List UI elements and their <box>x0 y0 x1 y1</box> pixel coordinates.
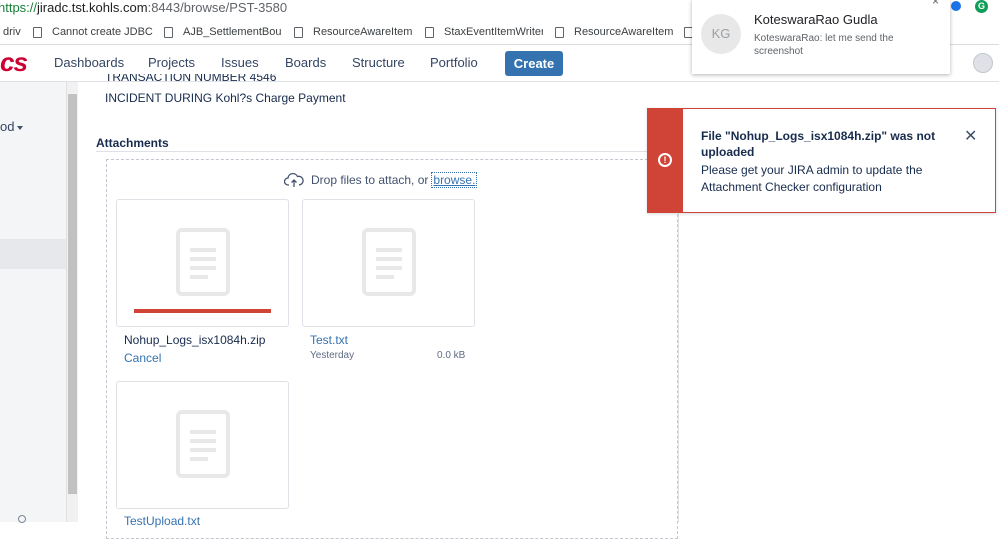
avatar: KG <box>701 14 741 54</box>
browse-link[interactable]: browse. <box>431 172 478 188</box>
description-line: TRANSACTION NUMBER 4546 <box>105 74 277 82</box>
page-icon <box>33 26 42 38</box>
bookmark-item[interactable] <box>684 25 692 39</box>
url-path: :8443/browse/PST-3580 <box>147 0 288 15</box>
attachment-filename-link[interactable]: TestUpload.txt <box>124 514 200 528</box>
close-icon[interactable]: ✕ <box>964 126 977 146</box>
document-icon <box>176 228 230 296</box>
attachment-filename: Nohup_Logs_isx1084h.zip <box>124 333 266 347</box>
attachment-size: 0.0 kB <box>437 350 466 361</box>
bookmark-label: ResourceAwareItemW <box>574 26 673 38</box>
error-flag: ! File "Nohup_Logs_isx1084h.zip" was not… <box>647 108 996 213</box>
bookmark-label: AJB_SettlementBound <box>183 26 282 38</box>
project-sidebar: od <box>0 82 66 522</box>
page-icon <box>164 26 173 38</box>
bookmark-label: StaxEventItemWriter ( <box>444 26 543 38</box>
chat-notification[interactable]: KG KoteswaraRao Gudla KoteswaraRao: let … <box>692 0 950 74</box>
close-icon[interactable]: × <box>932 0 939 8</box>
notification-sender: KoteswaraRao Gudla <box>754 12 878 27</box>
attachment-filename-link[interactable]: Test.txt <box>310 333 348 347</box>
error-title: File "Nohup_Logs_isx1084h.zip" was not u… <box>701 129 936 159</box>
url-scheme: https:// <box>0 0 38 15</box>
cancel-upload-link[interactable]: Cancel <box>124 351 161 365</box>
description-line: INCIDENT DURING Kohl?s Charge Payment <box>105 91 346 105</box>
bookmark-label: ResourceAwareItemW <box>313 26 412 38</box>
sidebar-dropdown-label: od <box>0 119 15 134</box>
page-icon <box>294 26 303 38</box>
page-icon <box>684 26 692 38</box>
attachment-card[interactable] <box>116 381 289 509</box>
attachment-card[interactable] <box>116 199 289 327</box>
bookmark-label: driv <box>3 26 21 38</box>
chevron-down-icon <box>17 125 24 130</box>
attachment-card[interactable] <box>302 199 475 327</box>
drop-text: Drop files to attach, or <box>311 173 429 187</box>
nav-portfolio[interactable]: Portfolio <box>430 55 478 70</box>
bookmark-item[interactable]: Cannot create JDBC dr <box>33 25 153 39</box>
document-icon <box>176 410 230 478</box>
page-icon <box>425 26 434 38</box>
nav-boards[interactable]: Boards <box>285 55 326 70</box>
notification-message: KoteswaraRao: let me send the screenshot <box>754 33 894 57</box>
nav-dashboards[interactable]: Dashboards <box>54 55 124 70</box>
attachment-date: Yesterday <box>310 350 355 361</box>
create-button[interactable]: Create <box>505 51 563 76</box>
bookmark-item[interactable]: AJB_SettlementBound <box>164 25 282 39</box>
nav-projects[interactable]: Projects <box>148 55 195 70</box>
column-divider <box>678 213 679 522</box>
bookmark-item[interactable]: ResourceAwareItemW <box>555 25 673 39</box>
bookmark-item[interactable]: StaxEventItemWriter ( <box>425 25 543 39</box>
scrollbar[interactable] <box>66 82 78 522</box>
error-flag-bar: ! <box>648 109 683 212</box>
sidebar-item-selected[interactable] <box>0 239 66 269</box>
drop-files-prompt: Drop files to attach, or browse. <box>284 172 478 188</box>
divider <box>96 151 678 152</box>
error-message: Please get your JIRA admin to update the… <box>701 163 923 194</box>
sidebar-dropdown[interactable]: od <box>0 119 24 134</box>
nav-issues[interactable]: Issues <box>221 55 259 70</box>
bookmark-label: Cannot create JDBC dr <box>52 26 153 38</box>
user-avatar[interactable] <box>973 53 993 73</box>
error-icon: ! <box>658 153 672 167</box>
url-host: jiradc.tst.kohls.com <box>37 0 148 15</box>
grammarly-extension-icon[interactable]: G <box>975 0 988 13</box>
bookmark-item[interactable]: driv <box>0 25 22 39</box>
attachments-heading: Attachments <box>96 136 169 150</box>
upload-progress-bar <box>134 309 271 313</box>
bookmark-item[interactable]: ResourceAwareItemW <box>294 25 412 39</box>
document-icon <box>362 228 416 296</box>
cloud-upload-icon <box>284 172 304 187</box>
scrollbar-thumb[interactable] <box>68 94 77 494</box>
extension-icon[interactable] <box>951 1 961 11</box>
nav-structure[interactable]: Structure <box>352 55 405 70</box>
logo[interactable]: cs <box>0 47 28 78</box>
page-icon <box>555 26 564 38</box>
